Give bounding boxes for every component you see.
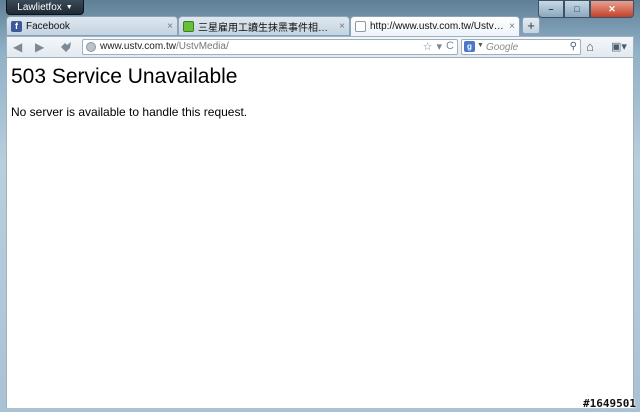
tab-label: Facebook [26,20,70,32]
tab-close-icon[interactable]: × [167,21,173,32]
reload-icon[interactable]: C [446,40,454,53]
tab-label: http://www.ustv.com.tw/UstvMedia/ [370,21,506,32]
tab-close-icon[interactable]: × [339,21,345,32]
tab-ustv-active[interactable]: http://www.ustv.com.tw/UstvMedia/ × [350,16,520,36]
navigation-toolbar: ◀ ▶ www.ustv.com.tw/UstvMedia/ ☆ ▾ C g ▼… [6,36,634,58]
tab-strip: f Facebook × 三星雇用工讀生抹黑事件相關新聞還... × http:… [6,16,636,36]
history-dropdown-icon[interactable]: ▾ [437,40,443,53]
forward-button[interactable]: ▶ [35,40,44,54]
search-icon[interactable]: ⚲ [570,41,577,52]
bookmark-star-icon[interactable]: ☆ [423,40,433,53]
home-button[interactable]: ⌂ [586,39,594,54]
watermark: #1649501 [583,397,636,410]
tab-facebook[interactable]: f Facebook × [6,16,178,35]
url-path: /UstvMedia/ [175,41,229,52]
error-message: No server is available to handle this re… [11,105,248,119]
tab-close-icon[interactable]: × [509,21,515,32]
page-content: 503 Service Unavailable No server is ava… [6,58,634,408]
app-menu-label: Lawlietfox [17,1,62,13]
tab-news[interactable]: 三星雇用工讀生抹黑事件相關新聞還... × [178,16,350,35]
url-host: www.ustv.com.tw [100,41,176,52]
bookmarks-menu-button[interactable]: ▣▾ [611,40,627,53]
browser-window: Lawlietfox ▼ – □ ✕ f Facebook × 三星雇用工讀生抹… [0,0,640,412]
globe-icon [86,42,96,52]
url-text[interactable]: www.ustv.com.tw/UstvMedia/ [100,41,229,52]
search-input[interactable] [486,41,566,53]
news-icon [183,20,194,32]
extension-icon[interactable] [59,41,73,53]
blank-page-icon [355,21,366,32]
tab-label: 三星雇用工讀生抹黑事件相關新聞還... [198,22,337,34]
new-tab-button[interactable]: + [522,17,540,34]
facebook-icon: f [11,20,22,32]
chevron-down-icon[interactable]: ▼ [477,42,484,49]
chevron-down-icon: ▼ [65,3,73,11]
search-bar: g ▼ ⚲ [461,39,581,55]
app-menu-button[interactable]: Lawlietfox ▼ [6,0,84,15]
page-title: 503 Service Unavailable [11,65,238,88]
url-bar-actions: ☆ ▾ C [423,40,454,53]
back-button[interactable]: ◀ [13,40,22,54]
url-bar[interactable]: www.ustv.com.tw/UstvMedia/ ☆ ▾ C [82,39,458,55]
google-icon[interactable]: g [464,41,475,52]
